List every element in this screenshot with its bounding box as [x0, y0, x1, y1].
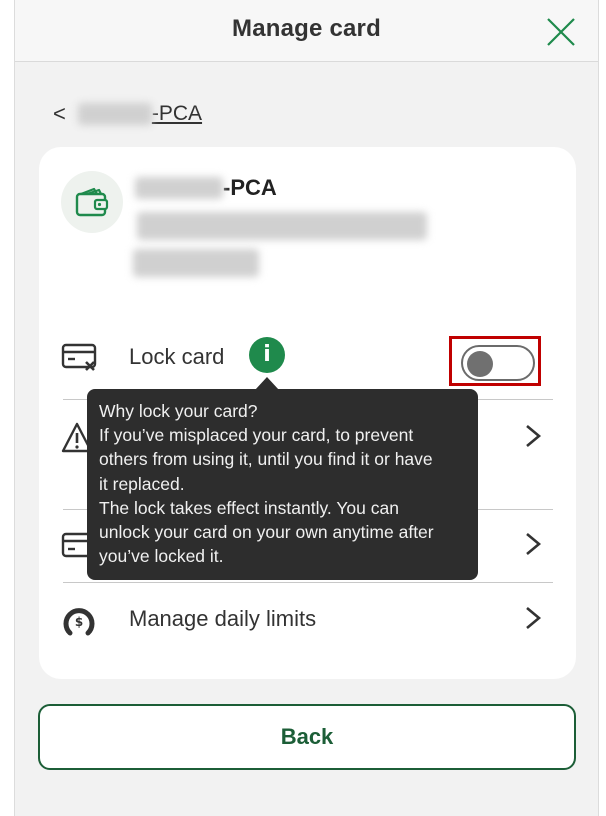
info-icon[interactable]: i: [249, 337, 285, 373]
toggle-knob: [467, 351, 493, 377]
tooltip-line: unlock your card on your own anytime aft…: [99, 522, 434, 543]
divider: [63, 582, 553, 583]
account-name-suffix: -PCA: [223, 175, 277, 200]
chevron-left-icon[interactable]: <: [53, 101, 66, 127]
tooltip-line: The lock takes effect instantly. You can: [99, 497, 399, 518]
tooltip-title: Why lock your card?: [99, 401, 258, 421]
manage-daily-limits-label: Manage daily limits: [129, 606, 317, 631]
page-title: Manage card: [232, 15, 381, 42]
breadcrumb-account-link[interactable]: -PCA: [152, 102, 202, 126]
redacted-account-description: [137, 212, 427, 240]
account-name: -PCA: [135, 175, 277, 201]
redacted-account-description-2: [133, 249, 259, 277]
svg-text:$: $: [75, 615, 83, 629]
chevron-right-icon: [526, 425, 542, 447]
breadcrumb: < -PCA: [53, 101, 202, 127]
back-button[interactable]: Back: [38, 704, 576, 770]
modal-header: Manage card: [15, 0, 598, 62]
redacted-account-number: [77, 103, 152, 125]
tooltip-line: it replaced.: [99, 473, 185, 494]
chevron-right-icon: [526, 607, 542, 629]
dollar-gauge-icon: $: [63, 608, 95, 636]
tooltip-line: If you’ve misplaced your card, to preven…: [99, 425, 414, 446]
tooltip-line: you’ve locked it.: [99, 546, 224, 567]
tooltip-pointer: [255, 377, 279, 390]
lock-card-tooltip: Why lock your card? If you’ve misplaced …: [87, 377, 478, 580]
close-icon[interactable]: [545, 16, 577, 48]
tooltip-line: others from using it, until you find it …: [99, 449, 433, 470]
chevron-right-icon: [526, 533, 542, 555]
wallet-icon: [61, 171, 123, 233]
redacted-account-number: [135, 177, 223, 199]
lock-card-label: Lock card: [129, 344, 225, 369]
card-lock-icon: [61, 343, 97, 371]
lock-card-toggle[interactable]: [461, 345, 535, 381]
manage-daily-limits-row[interactable]: $ Manage daily limits: [39, 591, 576, 649]
